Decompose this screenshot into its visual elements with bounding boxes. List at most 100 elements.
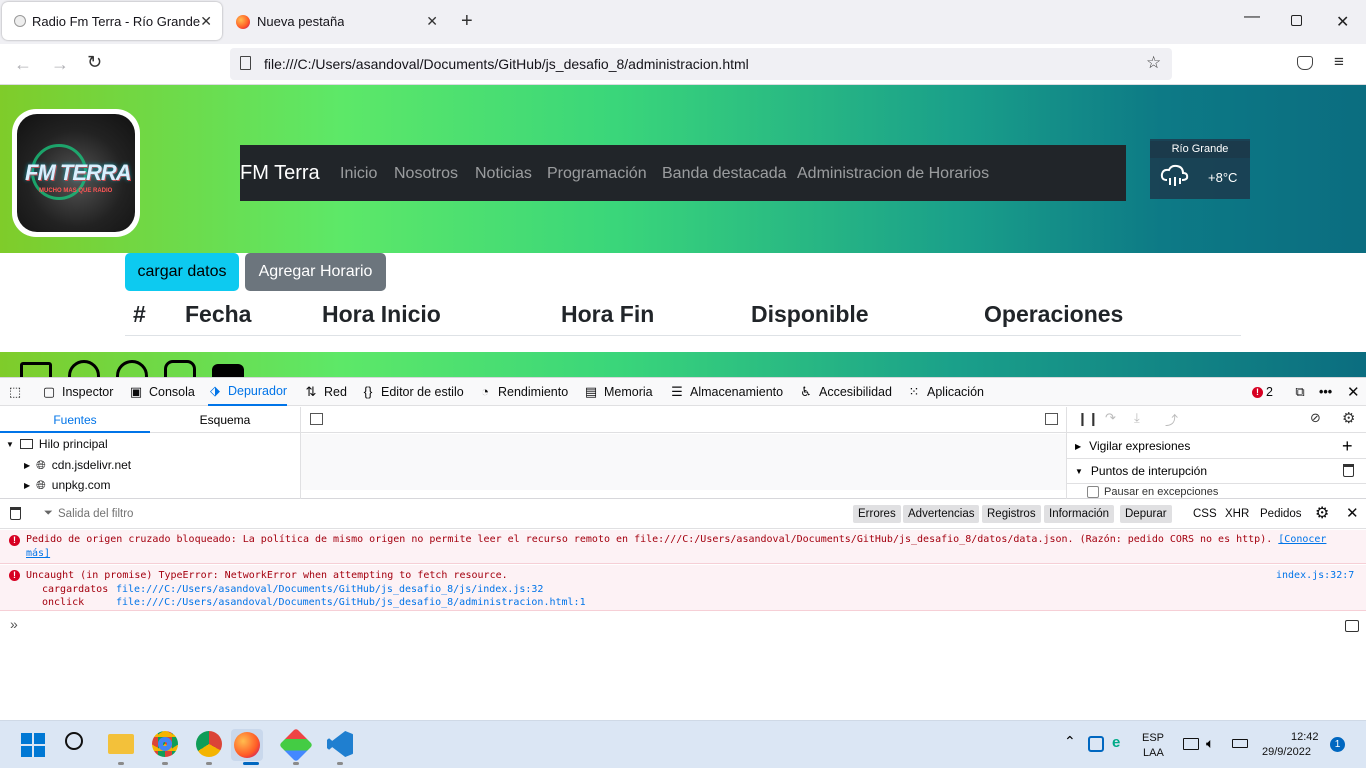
deactivate-breakpoints-icon[interactable]: ⊘ bbox=[1310, 410, 1321, 426]
watch-expressions-header[interactable]: ▶ Vigilar expresiones + bbox=[1067, 434, 1366, 459]
filter-errores[interactable]: Errores bbox=[853, 505, 901, 523]
close-console-icon[interactable]: ✕ bbox=[1346, 504, 1359, 522]
tree-item-main-thread[interactable]: ▼ Hilo principal bbox=[6, 434, 108, 454]
git-kraken-icon[interactable] bbox=[279, 728, 313, 762]
load-data-button[interactable]: cargar datos bbox=[125, 253, 239, 291]
tab-rendimiento[interactable]: ◔ Rendimiento bbox=[478, 378, 568, 406]
dock-toggle-icon[interactable]: ⧉ bbox=[1293, 378, 1307, 406]
minimize-icon[interactable]: — bbox=[1244, 8, 1260, 26]
console-filter-input[interactable]: Salida del filtro bbox=[58, 508, 133, 520]
stack-frame-location[interactable]: file:///C:/Users/asandoval/Documents/Git… bbox=[116, 584, 543, 595]
source-location-link[interactable]: index.js:32:7 bbox=[1276, 570, 1354, 581]
tab-inspector[interactable]: ▢ Inspector bbox=[42, 378, 114, 406]
show-hidden-icons-chevron-icon[interactable]: ⌃ bbox=[1064, 733, 1076, 750]
search-icon[interactable] bbox=[65, 732, 83, 750]
console-error-message[interactable]: ! Pedido de origen cruzado bloqueado: La… bbox=[0, 530, 1366, 564]
learn-more-link[interactable]: más] bbox=[26, 548, 50, 559]
filter-informacion[interactable]: Información bbox=[1044, 505, 1115, 523]
tab-fuentes[interactable]: Fuentes bbox=[0, 407, 150, 433]
breakpoints-header[interactable]: ▼ Puntos de interupción bbox=[1067, 459, 1366, 484]
remote-desktop-icon[interactable] bbox=[1088, 736, 1104, 752]
navbar-brand[interactable]: FM Terra bbox=[240, 162, 320, 185]
nav-link-noticias[interactable]: Noticias bbox=[475, 165, 532, 183]
tab-radio-fm-terra[interactable]: Radio Fm Terra - Río Grande - Ti ✕ bbox=[2, 2, 222, 40]
chrome-profile-icon[interactable] bbox=[196, 731, 222, 757]
keyboard-layout[interactable]: LAA bbox=[1143, 747, 1164, 759]
step-in-icon[interactable]: ⤓ bbox=[1134, 410, 1140, 426]
close-tab-icon[interactable]: ✕ bbox=[200, 13, 212, 30]
more-options-icon[interactable]: ••• bbox=[1319, 378, 1332, 406]
filter-advertencias[interactable]: Advertencias bbox=[903, 505, 980, 523]
vscode-icon[interactable] bbox=[327, 731, 353, 757]
console-error-message[interactable]: ! Uncaught (in promise) TypeError: Netwo… bbox=[0, 565, 1366, 611]
pause-on-exceptions[interactable]: Pausar en excepciones bbox=[1087, 486, 1218, 499]
url-bar[interactable]: file:///C:/Users/asandoval/Documents/Git… bbox=[230, 48, 1172, 80]
start-windows-icon[interactable] bbox=[17, 729, 49, 761]
tab-aplicacion[interactable]: ⁙ Aplicación bbox=[907, 378, 984, 406]
error-count-badge[interactable]: ! 2 bbox=[1252, 378, 1273, 406]
filter-css[interactable]: CSS bbox=[1193, 505, 1217, 523]
back-icon[interactable]: ← bbox=[14, 54, 32, 75]
filter-pedidos[interactable]: Pedidos bbox=[1260, 505, 1302, 523]
file-explorer-icon[interactable] bbox=[108, 734, 134, 754]
console-settings-icon[interactable]: ⚙ bbox=[1315, 503, 1329, 523]
instagram-icon[interactable] bbox=[164, 360, 196, 377]
element-picker-icon[interactable]: ⬚ bbox=[8, 378, 22, 406]
filter-xhr[interactable]: XHR bbox=[1225, 505, 1249, 523]
step-over-icon[interactable]: ↷ bbox=[1105, 410, 1116, 426]
learn-more-link[interactable]: [Conocer bbox=[1278, 534, 1326, 545]
tab-consola[interactable]: ▣ Consola bbox=[129, 378, 195, 406]
tab-esquema[interactable]: Esquema bbox=[150, 407, 300, 433]
tab-depurador[interactable]: ⬗ Depurador bbox=[208, 378, 288, 406]
tab-red[interactable]: ⇅ Red bbox=[304, 378, 347, 406]
menu-hamburger-icon[interactable]: ≡ bbox=[1334, 52, 1344, 72]
tab-almacenamiento[interactable]: ☰ Almacenamiento bbox=[670, 378, 783, 406]
weather-widget[interactable]: Río Grande +8°C bbox=[1150, 139, 1250, 199]
battery-icon[interactable] bbox=[1232, 739, 1248, 748]
mail-icon[interactable] bbox=[20, 362, 52, 377]
step-out-icon[interactable]: ⤴ bbox=[1165, 410, 1178, 429]
nav-link-administracion[interactable]: Administracion de Horarios bbox=[797, 165, 989, 183]
tab-accesibilidad[interactable]: ♿ Accesibilidad bbox=[799, 378, 892, 406]
chrome-icon[interactable] bbox=[152, 731, 178, 757]
forward-icon[interactable]: → bbox=[51, 54, 69, 75]
volume-icon[interactable]: 🔈︎ bbox=[1206, 735, 1214, 752]
clock-date[interactable]: 29/9/2022 bbox=[1262, 746, 1311, 758]
input-language[interactable]: ESP bbox=[1142, 732, 1164, 744]
toggle-sources-icon[interactable] bbox=[310, 413, 323, 425]
network-icon[interactable] bbox=[1183, 738, 1199, 750]
editor-mode-icon[interactable] bbox=[1345, 620, 1359, 632]
pause-icon[interactable]: ❙❙ bbox=[1077, 411, 1099, 427]
toggle-sidebar-icon[interactable] bbox=[1045, 413, 1058, 425]
trash-icon[interactable] bbox=[1343, 464, 1354, 477]
stack-frame-location[interactable]: file:///C:/Users/asandoval/Documents/Git… bbox=[116, 597, 586, 608]
youtube-icon[interactable] bbox=[212, 364, 244, 377]
new-tab-button[interactable]: + bbox=[461, 10, 473, 33]
nav-link-banda-destacada[interactable]: Banda destacada bbox=[662, 165, 787, 183]
tab-nueva-pestana[interactable]: Nueva pestaña ✕ bbox=[226, 2, 446, 40]
add-schedule-button[interactable]: Agregar Horario bbox=[245, 253, 386, 291]
nav-link-inicio[interactable]: Inicio bbox=[340, 165, 377, 183]
site-logo[interactable]: FM TERRA MUCHO MAS QUE RADIO bbox=[12, 109, 140, 237]
close-devtools-icon[interactable]: ✕ bbox=[1347, 378, 1360, 406]
tree-item-domain[interactable]: ▶ 🌐︎ unpkg.com bbox=[24, 475, 110, 495]
window-close-icon[interactable]: ✕ bbox=[1336, 12, 1349, 32]
restore-icon[interactable] bbox=[1291, 15, 1302, 26]
url-text[interactable]: file:///C:/Users/asandoval/Documents/Git… bbox=[264, 56, 749, 72]
nav-link-programacion[interactable]: Programación bbox=[547, 165, 647, 183]
settings-gear-icon[interactable]: ⚙ bbox=[1342, 409, 1355, 427]
filter-depurar[interactable]: Depurar bbox=[1120, 505, 1172, 523]
filter-registros[interactable]: Registros bbox=[982, 505, 1041, 523]
notification-badge[interactable]: 1 bbox=[1330, 737, 1345, 752]
nav-link-nosotros[interactable]: Nosotros bbox=[394, 165, 458, 183]
clear-console-icon[interactable] bbox=[10, 507, 21, 520]
tab-memoria[interactable]: ▤ Memoria bbox=[584, 378, 653, 406]
close-tab-icon[interactable]: ✕ bbox=[426, 13, 438, 30]
pocket-icon[interactable] bbox=[1297, 56, 1313, 70]
edge-tray-icon[interactable]: e bbox=[1112, 734, 1120, 751]
reload-icon[interactable]: ↻ bbox=[87, 52, 102, 73]
tree-item-domain[interactable]: ▶ 🌐︎ cdn.jsdelivr.net bbox=[24, 455, 131, 475]
facebook-icon[interactable] bbox=[116, 360, 148, 377]
checkbox[interactable] bbox=[1087, 486, 1099, 498]
bookmark-star-icon[interactable]: ☆ bbox=[1146, 53, 1161, 73]
